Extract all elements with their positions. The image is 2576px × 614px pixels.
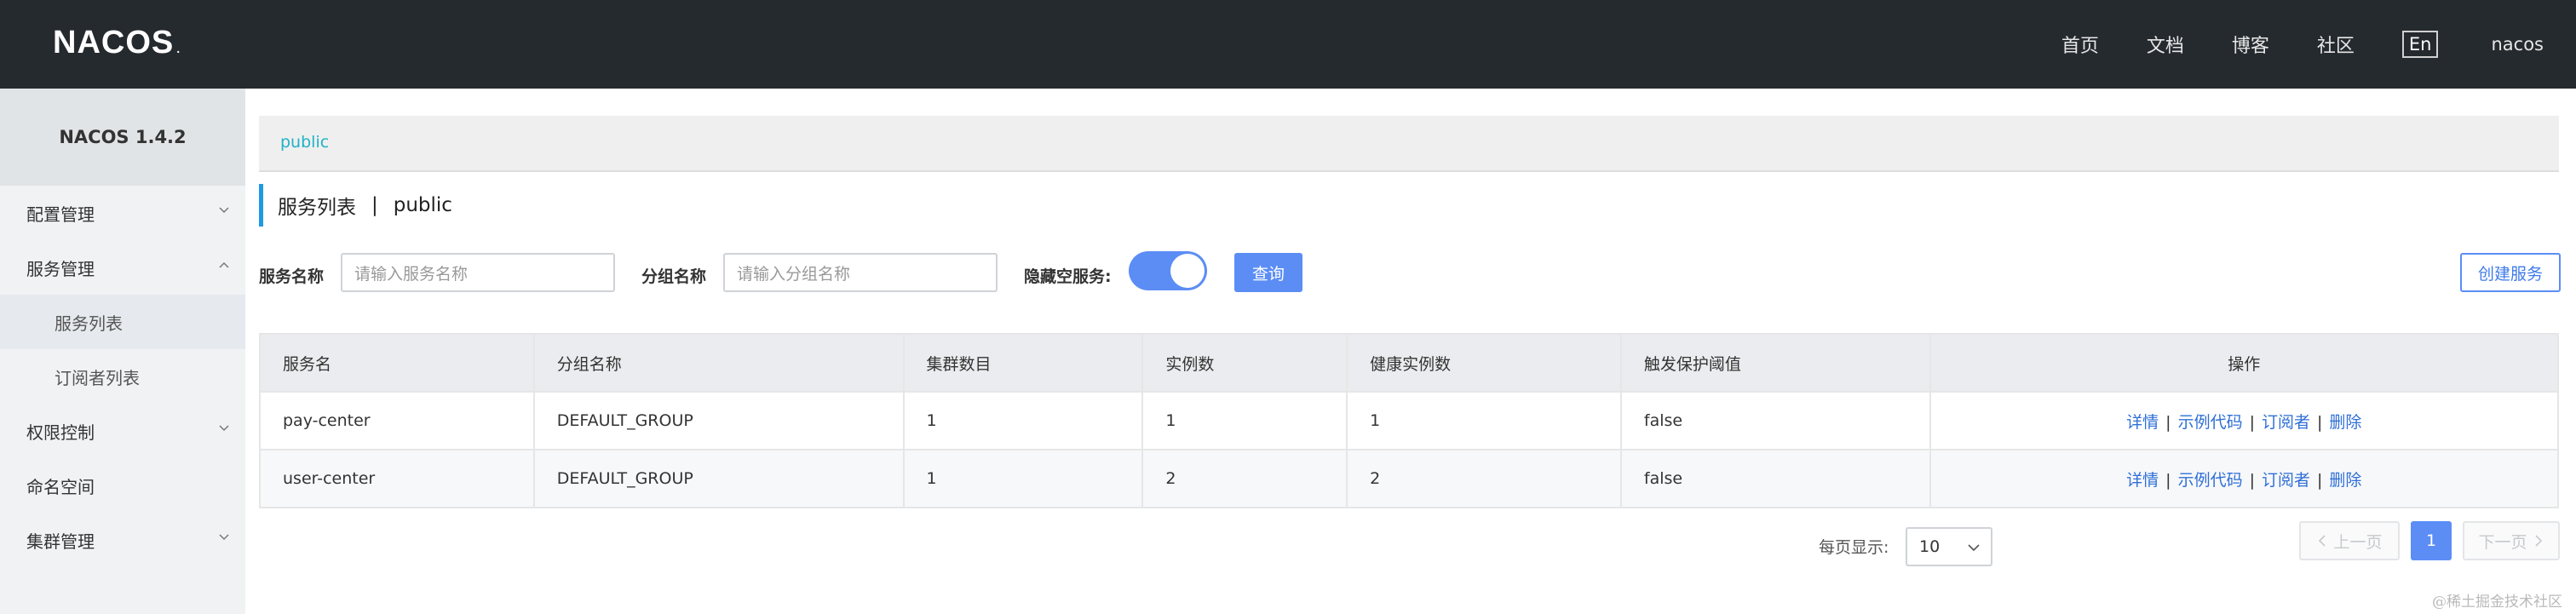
sidebar-item-service-list[interactable]: 服务列表 [0, 295, 245, 349]
sidebar-item-namespace[interactable]: 命名空间 [0, 458, 245, 513]
service-name-label: 服务名称 [259, 267, 325, 286]
nav-community[interactable]: 社区 [2317, 31, 2355, 58]
cell-service-name: user-center [259, 449, 535, 508]
nav-docs[interactable]: 文档 [2147, 31, 2184, 58]
nav-home[interactable]: 首页 [2061, 31, 2099, 58]
cell-threshold: false [1619, 391, 1931, 450]
col-header-ops: 操作 [1929, 333, 2560, 393]
col-header-instances: 实例数 [1141, 333, 1348, 393]
op-separator: | [2249, 470, 2255, 490]
table-row: pay-center DEFAULT_GROUP 1 1 1 false 详情 |… [259, 391, 2560, 450]
cell-clusters: 1 [902, 449, 1144, 508]
page-size-label: 每页显示: [1819, 538, 1889, 557]
sidebar-item-subscriber-list[interactable]: 订阅者列表 [0, 349, 245, 404]
version-label: NACOS 1.4.2 [0, 89, 245, 186]
sidebar: NACOS 1.4.2 配置管理 服务管理 服务列表 订阅者列表 权限控制 命名… [0, 89, 245, 614]
cell-service-name: pay-center [259, 391, 535, 450]
cell-instances: 2 [1141, 449, 1348, 508]
cell-threshold: false [1619, 449, 1931, 508]
page-title-text: 服务列表 [278, 197, 356, 219]
chevron-left-icon [2319, 535, 2326, 547]
logo-dot: . [176, 42, 181, 55]
hide-empty-toggle[interactable] [1129, 251, 1207, 290]
page-number-current[interactable]: 1 [2411, 521, 2452, 560]
cell-healthy: 2 [1346, 449, 1622, 508]
namespace-tab-public[interactable]: public [280, 133, 329, 152]
sidebar-item-label: 命名空间 [26, 476, 95, 497]
cell-instances: 1 [1141, 391, 1348, 450]
page-size-value: 10 [1919, 537, 1941, 556]
sidebar-item-auth[interactable]: 权限控制 [0, 404, 245, 458]
sample-code-link[interactable]: 示例代码 [2178, 471, 2243, 490]
service-table: 服务名 分组名称 集群数目 实例数 健康实例数 触发保护阈值 操作 pay-ce… [259, 333, 2560, 508]
namespace-bar: public [259, 116, 2559, 172]
service-name-input[interactable]: 请输入服务名称 [341, 253, 615, 292]
chevron-down-icon [219, 425, 229, 432]
sidebar-item-label: 权限控制 [26, 422, 95, 443]
cell-clusters: 1 [902, 391, 1144, 450]
sidebar-item-label: 服务管理 [26, 258, 95, 279]
subscribers-link[interactable]: 订阅者 [2262, 471, 2310, 490]
nav-blog[interactable]: 博客 [2232, 31, 2269, 58]
chevron-down-icon [1968, 544, 1980, 552]
cell-ops: 详情 | 示例代码 | 订阅者 | 删除 [1929, 391, 2560, 450]
page-size-select[interactable]: 10 [1906, 527, 1992, 566]
create-service-button[interactable]: 创建服务 [2460, 253, 2561, 292]
chevron-up-icon [219, 261, 229, 268]
logo-text: NACOS [53, 24, 175, 60]
sidebar-item-label: 集群管理 [26, 531, 95, 552]
table-header-row: 服务名 分组名称 集群数目 实例数 健康实例数 触发保护阈值 操作 [259, 333, 2560, 393]
cell-ops: 详情 | 示例代码 | 订阅者 | 删除 [1929, 449, 2560, 508]
sidebar-item-config[interactable]: 配置管理 [0, 186, 245, 240]
sidebar-item-service[interactable]: 服务管理 [0, 240, 245, 295]
table-row: user-center DEFAULT_GROUP 1 2 2 false 详情… [259, 449, 2560, 508]
sidebar-item-label: 配置管理 [26, 204, 95, 225]
main-content: public 服务列表 | public 服务名称 请输入服务名称 分组名称 请… [245, 89, 2576, 614]
delete-link[interactable]: 删除 [2329, 471, 2361, 490]
chevron-down-icon [219, 534, 229, 541]
op-separator: | [2249, 412, 2255, 432]
next-page-button[interactable]: 下一页 [2463, 521, 2560, 560]
page-title-separator: | [371, 194, 378, 216]
top-nav: 首页 文档 博客 社区 En nacos [2061, 0, 2576, 89]
chevron-right-icon [2534, 535, 2542, 547]
next-page-label: 下一页 [2478, 532, 2527, 552]
prev-page-label: 上一页 [2333, 532, 2383, 552]
page-title: 服务列表 | public [259, 184, 452, 227]
col-header-clusters: 集群数目 [902, 333, 1144, 393]
detail-link[interactable]: 详情 [2126, 471, 2159, 490]
sidebar-item-cluster[interactable]: 集群管理 [0, 513, 245, 567]
col-header-threshold: 触发保护阈值 [1619, 333, 1931, 393]
col-header-healthy: 健康实例数 [1346, 333, 1622, 393]
hide-empty-label: 隐藏空服务: [1024, 267, 1112, 286]
user-name[interactable]: nacos [2491, 34, 2544, 55]
watermark: @稀土掘金技术社区 [2432, 594, 2562, 611]
toggle-knob [1170, 254, 1205, 288]
op-separator: | [2317, 412, 2323, 432]
top-header: NACOS. 首页 文档 博客 社区 En nacos [0, 0, 2576, 89]
language-toggle[interactable]: En [2401, 31, 2439, 58]
op-separator: | [2165, 470, 2171, 490]
op-separator: | [2165, 412, 2171, 432]
query-button[interactable]: 查询 [1234, 253, 1302, 292]
col-header-group-name: 分组名称 [532, 333, 905, 393]
cell-group-name: DEFAULT_GROUP [532, 449, 905, 508]
nacos-logo[interactable]: NACOS. [53, 24, 181, 61]
group-name-label: 分组名称 [641, 267, 707, 286]
col-header-service-name: 服务名 [259, 333, 535, 393]
group-name-input[interactable]: 请输入分组名称 [723, 253, 998, 292]
op-separator: | [2317, 470, 2323, 490]
prev-page-button[interactable]: 上一页 [2299, 521, 2400, 560]
page-title-namespace: public [393, 194, 452, 216]
sample-code-link[interactable]: 示例代码 [2178, 413, 2243, 432]
cell-group-name: DEFAULT_GROUP [532, 391, 905, 450]
detail-link[interactable]: 详情 [2126, 413, 2159, 432]
cell-healthy: 1 [1346, 391, 1622, 450]
subscribers-link[interactable]: 订阅者 [2262, 413, 2310, 432]
chevron-down-icon [219, 207, 229, 214]
delete-link[interactable]: 删除 [2329, 413, 2361, 432]
